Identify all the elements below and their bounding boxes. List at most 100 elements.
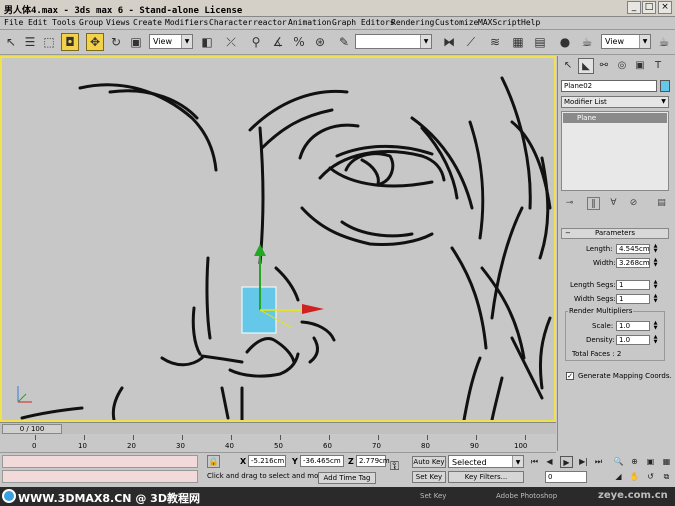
named-selection-icon[interactable]: ✎	[335, 33, 353, 51]
prev-frame-icon[interactable]: ◀	[543, 456, 556, 468]
object-color-swatch[interactable]	[660, 80, 670, 92]
render-scene-icon[interactable]: ☕	[578, 33, 596, 51]
select-and-rotate-icon[interactable]: ↻	[107, 33, 125, 51]
menu-graph-editors[interactable]: Graph Editors	[332, 18, 395, 27]
current-frame-field[interactable]: 0	[545, 471, 587, 483]
mirror-icon[interactable]: ⧓	[440, 33, 458, 51]
track-bar[interactable]: 0 10 20 30 40 50 60 70 80 90 100	[0, 435, 556, 453]
pan-icon[interactable]: ✋	[628, 471, 641, 483]
zoom-extents-icon[interactable]: ▣	[644, 456, 657, 468]
menu-edit[interactable]: Edit	[28, 18, 47, 27]
maxscript-listener-mini[interactable]	[2, 455, 198, 468]
material-editor-icon[interactable]: ●	[556, 33, 574, 51]
menu-modifiers[interactable]: Modifiers	[165, 18, 208, 27]
add-time-tag-button[interactable]: Add Time Tag	[318, 472, 376, 484]
density-spinner-icon[interactable]: ▲ ▼	[652, 335, 659, 345]
select-object-icon[interactable]: ↖	[2, 33, 20, 51]
width-segs-spinner-icon[interactable]: ▲ ▼	[652, 294, 659, 304]
generate-mapping-checkbox[interactable]: ✓	[566, 372, 574, 380]
layer-manager-icon[interactable]: ≋	[486, 33, 504, 51]
curve-editor-icon[interactable]: ▦	[509, 33, 527, 51]
spinner-snap-icon[interactable]: ⊛	[311, 33, 329, 51]
snap-toggle-icon[interactable]: ⚲	[247, 33, 265, 51]
select-by-name-icon[interactable]: ☰	[21, 33, 39, 51]
remove-modifier-icon[interactable]: ⊘	[627, 197, 640, 210]
utilities-tab-icon[interactable]: T	[650, 58, 666, 74]
key-icon[interactable]: ⚿	[390, 459, 399, 474]
go-to-start-icon[interactable]: ⏮	[528, 456, 541, 468]
key-filters-button[interactable]: Key Filters...	[448, 471, 524, 483]
play-icon[interactable]: ▶	[560, 456, 573, 468]
zoom-all-icon[interactable]: ⊕	[628, 456, 641, 468]
taskbar-item[interactable]: Adobe Photoshop	[496, 492, 557, 500]
perspective-viewport[interactable]	[0, 56, 556, 422]
maxscript-output-mini[interactable]	[2, 470, 198, 483]
create-tab-icon[interactable]: ↖	[560, 58, 576, 74]
menu-customize[interactable]: Customize	[435, 18, 478, 27]
align-icon[interactable]: ⟋	[462, 33, 480, 51]
quick-render-icon[interactable]: ☕	[655, 33, 673, 51]
modifier-stack[interactable]: Plane	[561, 111, 669, 191]
close-button[interactable]: ×	[658, 1, 672, 14]
pin-stack-icon[interactable]: ⊸	[563, 197, 576, 210]
zoom-extents-all-icon[interactable]: ▦	[660, 456, 673, 468]
schematic-view-icon[interactable]: ▤	[531, 33, 549, 51]
stack-item-plane[interactable]: Plane	[563, 113, 667, 123]
go-to-end-icon[interactable]: ⏭	[592, 456, 605, 468]
x-coord-field[interactable]: -5.216cm	[248, 455, 286, 467]
menu-file[interactable]: File	[4, 18, 23, 27]
y-coord-field[interactable]: -36.465cm	[300, 455, 344, 467]
select-manipulate-icon[interactable]: ⤫	[222, 33, 240, 51]
angle-snap-icon[interactable]: ∡	[269, 33, 287, 51]
motion-tab-icon[interactable]: ◎	[614, 58, 630, 74]
menu-reactor[interactable]: reactor	[253, 18, 287, 27]
key-mode-dropdown[interactable]: Selected ▼	[448, 455, 524, 468]
reference-coord-dropdown[interactable]: View ▼	[149, 34, 193, 49]
next-frame-icon[interactable]: ▶|	[577, 456, 590, 468]
set-key-button[interactable]: Set Key	[412, 471, 446, 483]
select-and-move-icon[interactable]: ✥	[86, 33, 104, 51]
menu-create[interactable]: Create	[133, 18, 162, 27]
width-spinner-icon[interactable]: ▲ ▼	[652, 258, 659, 268]
maximize-button[interactable]: □	[642, 1, 656, 14]
length-field[interactable]: 4.545cm	[616, 244, 650, 254]
pivot-center-icon[interactable]: ◧	[198, 33, 216, 51]
object-name-field[interactable]: Plane02	[561, 80, 657, 92]
menu-character[interactable]: Character	[209, 18, 252, 27]
named-selection-dropdown[interactable]: ▼	[355, 34, 432, 49]
time-slider-track[interactable]: 0 / 100	[0, 422, 556, 434]
modifier-list-dropdown[interactable]: Modifier List ▼	[561, 96, 669, 108]
z-coord-field[interactable]: 2.779cm	[356, 455, 390, 467]
length-segs-spinner-icon[interactable]: ▲ ▼	[652, 280, 659, 290]
length-spinner-icon[interactable]: ▲ ▼	[652, 244, 659, 254]
lock-selection-icon[interactable]: 🔒	[207, 455, 220, 468]
display-tab-icon[interactable]: ▣	[632, 58, 648, 74]
show-end-result-icon[interactable]: ‖	[587, 197, 600, 210]
taskbar-item[interactable]: Set Key	[420, 492, 446, 500]
menu-help[interactable]: Help	[521, 18, 540, 27]
percent-snap-icon[interactable]: %	[290, 33, 308, 51]
length-segs-field[interactable]: 1	[616, 280, 650, 290]
modify-tab-icon[interactable]: ◣	[578, 58, 594, 74]
scale-spinner-icon[interactable]: ▲ ▼	[652, 321, 659, 331]
scale-field[interactable]: 1.0	[616, 321, 650, 331]
minimize-button[interactable]: _	[627, 1, 641, 14]
menu-rendering[interactable]: Rendering	[391, 18, 434, 27]
rectangular-selection-icon[interactable]: ⬚	[40, 33, 58, 51]
configure-sets-icon[interactable]: ▤	[655, 197, 668, 210]
arc-rotate-icon[interactable]: ↺	[644, 471, 657, 483]
maximize-viewport-icon[interactable]: ⧉	[660, 471, 673, 483]
hierarchy-tab-icon[interactable]: ⚯	[596, 58, 612, 74]
make-unique-icon[interactable]: ∀	[607, 197, 620, 210]
menu-group[interactable]: Group	[79, 18, 103, 27]
auto-key-button[interactable]: Auto Key	[412, 456, 446, 468]
fov-icon[interactable]: ◢	[612, 471, 625, 483]
density-field[interactable]: 1.0	[616, 335, 650, 345]
select-and-scale-icon[interactable]: ▣	[127, 33, 145, 51]
render-type-dropdown[interactable]: View ▼	[601, 34, 651, 49]
width-field[interactable]: 3.268cm	[616, 258, 650, 268]
menu-maxscript[interactable]: MAXScript	[478, 18, 521, 27]
menu-views[interactable]: Views	[106, 18, 130, 27]
window-crossing-icon[interactable]: ◘	[61, 33, 79, 51]
parameters-rollout[interactable]: − Parameters	[561, 228, 669, 239]
